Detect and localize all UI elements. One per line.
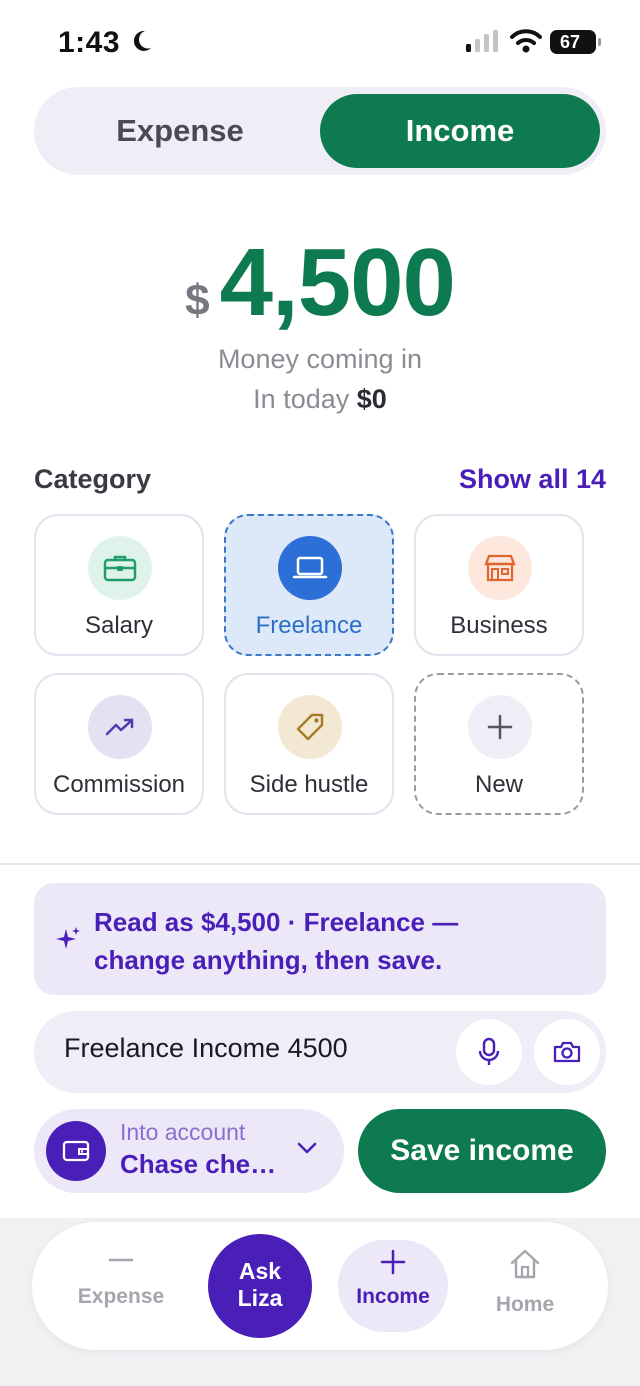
account-value: Chase che… bbox=[120, 1149, 277, 1179]
laptop-icon bbox=[278, 536, 342, 600]
category-tile-side-hustle[interactable]: Side hustle bbox=[224, 673, 394, 815]
category-label: Freelance bbox=[255, 612, 363, 639]
account-label: Into account bbox=[120, 1119, 246, 1145]
amount-value: 4,500 bbox=[219, 229, 456, 336]
today-value: $0 bbox=[356, 384, 387, 414]
nav-expense-label: Expense bbox=[77, 1285, 165, 1308]
plus-icon bbox=[468, 695, 532, 759]
moon-icon bbox=[133, 30, 151, 51]
today-summary: In today $0 bbox=[0, 384, 640, 415]
bottom-nav: Expense Ask Liza Income Home bbox=[32, 1222, 608, 1350]
ai-parse-banner: Read as $4,500 · Freelance — change anyt… bbox=[34, 883, 606, 995]
home-icon bbox=[510, 1249, 540, 1279]
storefront-icon bbox=[468, 536, 532, 600]
show-all-categories-link[interactable]: Show all 14 bbox=[459, 464, 606, 495]
chevron-down-icon bbox=[297, 1142, 317, 1154]
battery-indicator: 67 bbox=[550, 30, 601, 54]
category-label: New bbox=[474, 771, 523, 798]
account-selector[interactable]: Into account Chase che… bbox=[34, 1109, 344, 1193]
nav-home-label: Home bbox=[495, 1293, 555, 1316]
nav-home[interactable]: Home bbox=[470, 1248, 580, 1317]
battery-tip bbox=[598, 38, 601, 46]
status-bar: 1:43 67 bbox=[0, 0, 640, 86]
banner-line-2: change anything, then save. bbox=[94, 945, 443, 975]
microphone-icon bbox=[478, 1037, 500, 1065]
description-input[interactable]: Freelance Income 4500 bbox=[34, 1011, 606, 1093]
description-value: Freelance Income 4500 bbox=[64, 1033, 348, 1063]
category-label: Commission bbox=[52, 771, 186, 798]
category-label: Side hustle bbox=[249, 771, 369, 798]
plus-icon bbox=[380, 1249, 406, 1275]
category-tile-new[interactable]: New bbox=[414, 673, 584, 815]
category-tile-salary[interactable]: Salary bbox=[34, 514, 204, 656]
ask-liza-line-1: Ask bbox=[238, 1258, 282, 1284]
tag-icon bbox=[278, 695, 342, 759]
category-label: Salary bbox=[84, 612, 154, 639]
trending-up-icon bbox=[88, 695, 152, 759]
currency-symbol: $ bbox=[185, 276, 210, 325]
amount-caption: Money coming in bbox=[217, 344, 423, 374]
toggle-expense[interactable]: Expense bbox=[42, 94, 318, 168]
wifi-icon bbox=[510, 29, 542, 53]
wallet-icon bbox=[46, 1121, 106, 1181]
banner-line-1: Read as $4,500 · Freelance — bbox=[94, 907, 459, 937]
nav-expense[interactable]: Expense bbox=[66, 1248, 176, 1309]
save-income-button[interactable]: Save income bbox=[358, 1109, 606, 1193]
nav-income[interactable]: Income bbox=[338, 1240, 448, 1332]
signal-icon bbox=[466, 30, 498, 52]
sparkle-icon bbox=[56, 927, 80, 949]
category-tile-commission[interactable]: Commission bbox=[34, 673, 204, 815]
category-label: Business bbox=[450, 612, 548, 639]
category-tile-freelance[interactable]: Freelance bbox=[224, 514, 394, 656]
divider bbox=[0, 863, 640, 865]
ask-liza-line-2: Liza bbox=[237, 1285, 283, 1311]
today-label: In today bbox=[253, 384, 350, 414]
battery-level: 67 bbox=[559, 32, 581, 52]
camera-button[interactable] bbox=[534, 1019, 600, 1085]
category-title: Category bbox=[34, 464, 152, 494]
status-time: 1:43 bbox=[58, 26, 121, 59]
banner-text: Read as $4,500 · Freelance — change anyt… bbox=[94, 903, 594, 979]
nav-income-label: Income bbox=[356, 1285, 430, 1308]
microphone-button[interactable] bbox=[456, 1019, 522, 1085]
type-toggle: Expense Income bbox=[34, 87, 606, 175]
toggle-income[interactable]: Income bbox=[320, 94, 600, 168]
ask-liza-button[interactable]: Ask Liza bbox=[208, 1234, 312, 1338]
amount-display[interactable]: $ 4,500 bbox=[0, 228, 640, 338]
minus-icon bbox=[108, 1258, 134, 1262]
category-tile-business[interactable]: Business bbox=[414, 514, 584, 656]
briefcase-icon bbox=[88, 536, 152, 600]
camera-icon bbox=[553, 1041, 581, 1063]
